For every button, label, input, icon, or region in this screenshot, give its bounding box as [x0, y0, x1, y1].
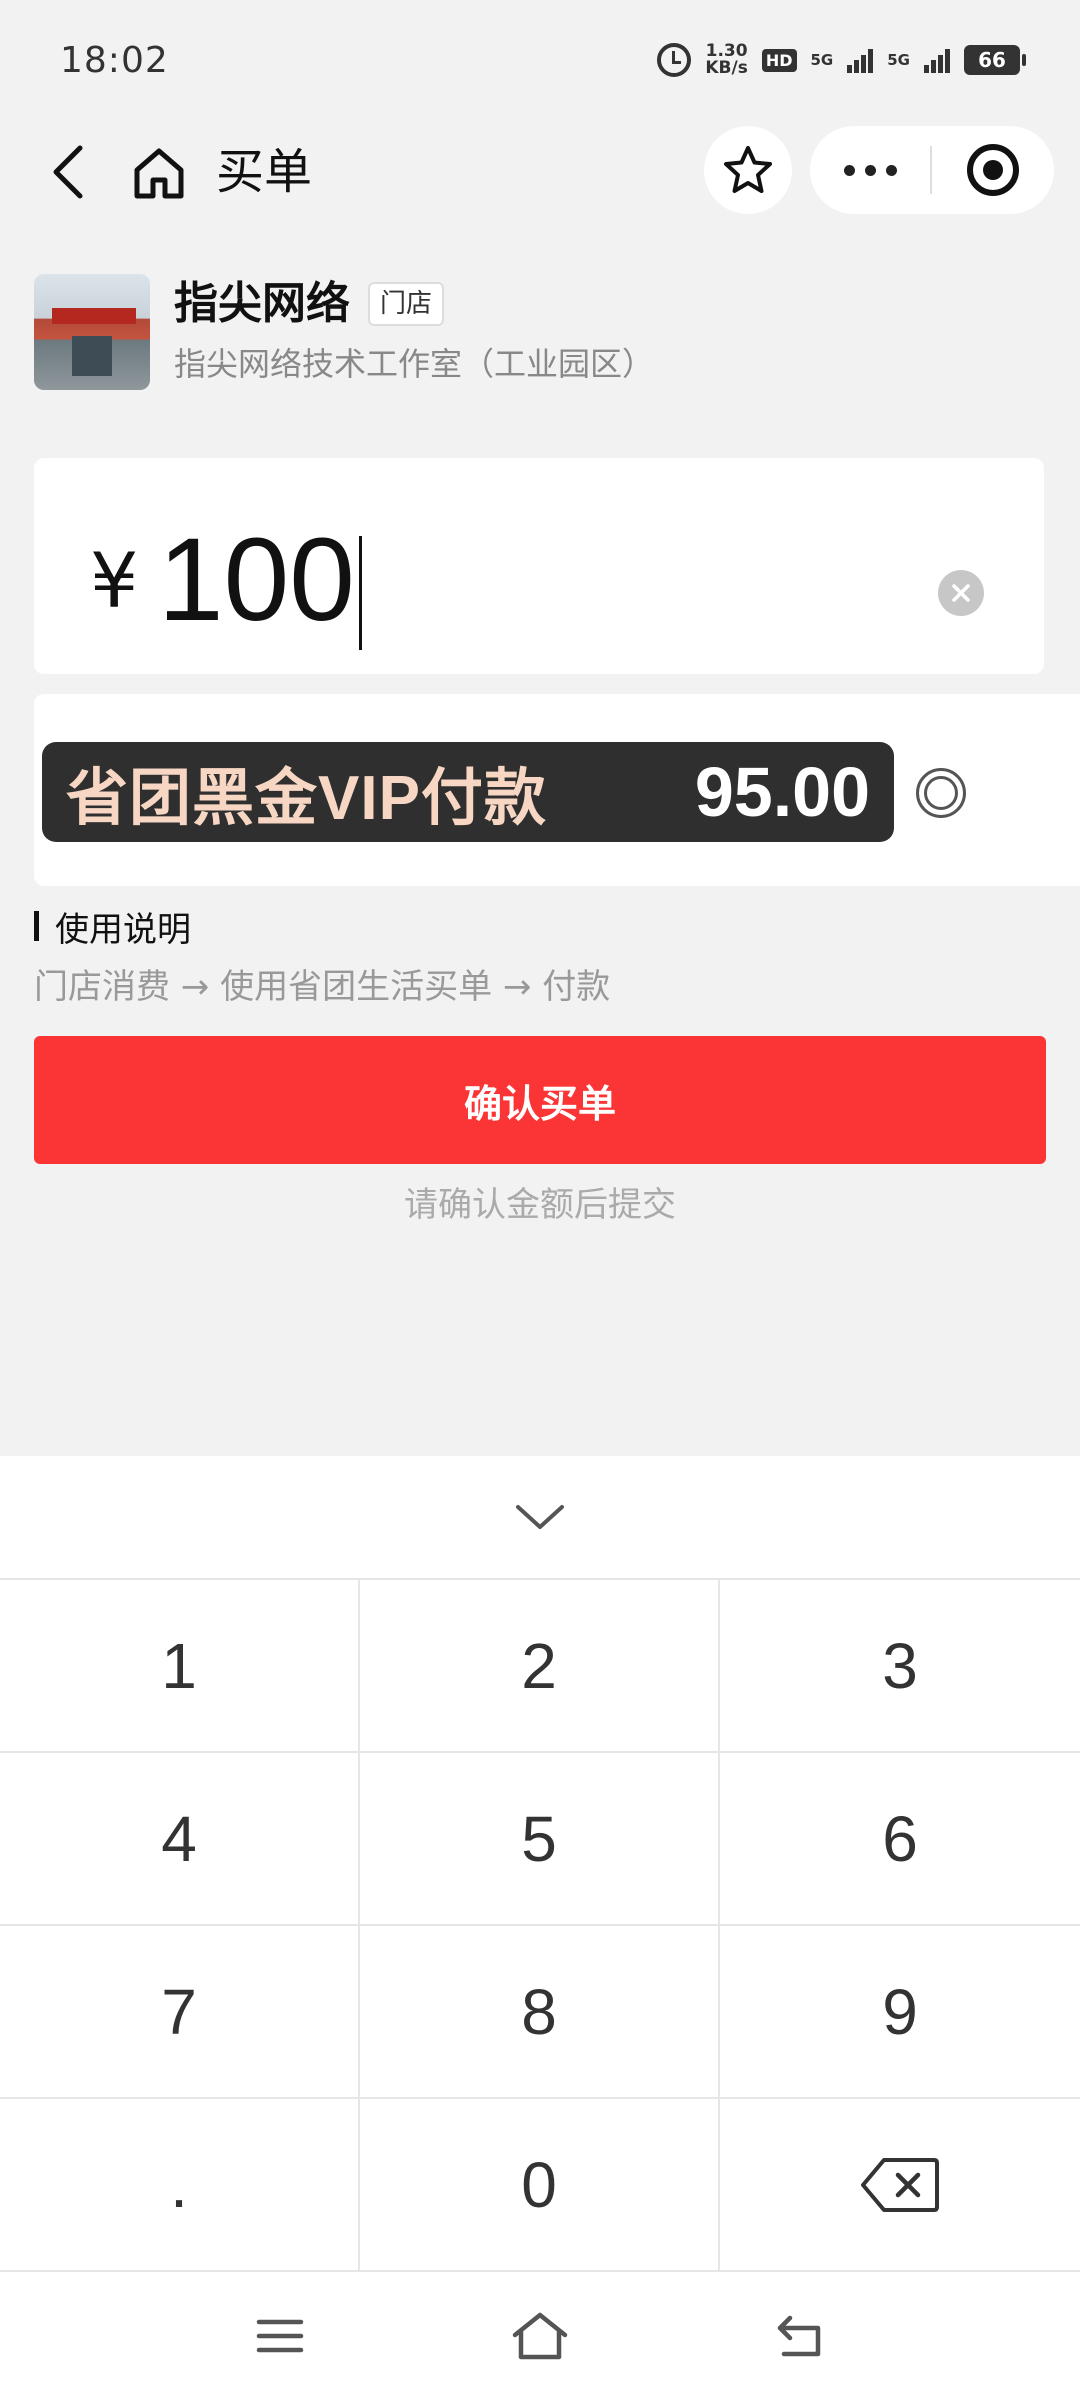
amount-input[interactable]: ¥ 100: [34, 458, 1044, 674]
favorite-button[interactable]: [704, 126, 792, 214]
network-speed-unit: KB/s: [705, 58, 748, 78]
vip-price: 95.00: [694, 753, 870, 831]
system-nav-bar: [0, 2272, 1080, 2400]
more-button[interactable]: [810, 126, 930, 214]
status-time: 18:02: [60, 39, 169, 81]
network-speed: 1.30 KB/s: [705, 43, 747, 77]
vip-radio[interactable]: [916, 768, 966, 818]
sim2-network: 5G: [887, 50, 910, 69]
key-9[interactable]: 9: [720, 1926, 1080, 2099]
battery-level: 66: [978, 48, 1006, 72]
backspace-key[interactable]: [720, 2099, 1080, 2272]
hd-badge: HD: [761, 48, 797, 72]
store-photo: [34, 274, 150, 390]
currency-symbol: ¥: [90, 536, 139, 625]
key-7[interactable]: 7: [0, 1926, 360, 2099]
store-header: 指尖网络 门店 指尖网络技术工作室（工业园区）: [34, 272, 1044, 392]
confirm-button[interactable]: 确认买单: [34, 1036, 1046, 1164]
star-icon: [724, 146, 772, 193]
usage-title-bar: [34, 911, 39, 941]
store-branch: 指尖网络技术工作室（工业园区）: [174, 345, 655, 383]
sim2-label: 5G: [887, 50, 910, 69]
key-0[interactable]: 0: [360, 2099, 720, 2272]
usage-title-text: 使用说明: [55, 909, 191, 950]
miniapp-close-button[interactable]: [932, 144, 1054, 196]
keypad-collapse-button[interactable]: [0, 1456, 1080, 1578]
vip-label: 省团黑金VIP付款: [66, 764, 547, 833]
numeric-keypad: 1 2 3 4 5 6 7 8 9 . 0: [0, 1456, 1080, 2272]
home-icon: [512, 2312, 568, 2360]
key-dot[interactable]: .: [0, 2099, 360, 2272]
battery-icon: 66: [964, 45, 1026, 75]
confirm-hint: 请确认金额后提交: [404, 1185, 676, 1225]
text-caret: [359, 536, 362, 650]
system-home-button[interactable]: [500, 2296, 580, 2376]
clear-button[interactable]: [938, 570, 984, 616]
key-2[interactable]: 2: [360, 1580, 720, 1753]
alarm-icon: [657, 43, 692, 77]
sim1-label: 5G: [810, 50, 834, 69]
vip-banner: 省团黑金VIP付款 95.00: [42, 742, 894, 842]
target-icon: [967, 144, 1019, 196]
home-icon: [134, 148, 184, 199]
back-button[interactable]: [40, 142, 100, 202]
key-8[interactable]: 8: [360, 1926, 720, 2099]
system-back-button[interactable]: [760, 2296, 840, 2376]
key-5[interactable]: 5: [360, 1753, 720, 1926]
more-dots-icon: [843, 164, 855, 176]
sim1-network: 5G: [810, 50, 834, 69]
key-3[interactable]: 3: [720, 1580, 1080, 1753]
back-arrow-icon: [777, 2315, 821, 2357]
keypad-grid: 1 2 3 4 5 6 7 8 9 . 0: [0, 1578, 1080, 2272]
clear-icon: [952, 584, 970, 602]
recents-button[interactable]: [240, 2296, 320, 2376]
page-title: 买单: [216, 144, 313, 200]
menu-icon: [256, 2319, 304, 2353]
key-4[interactable]: 4: [0, 1753, 360, 1926]
home-button[interactable]: [128, 142, 190, 204]
signal-icon: [924, 47, 950, 73]
backspace-icon: [861, 2157, 939, 2212]
amount-value: 100: [158, 514, 355, 646]
status-icons: 1.30 KB/s HD 5G 5G 66: [657, 43, 1026, 77]
key-1[interactable]: 1: [0, 1580, 360, 1753]
store-tag: 门店: [368, 282, 445, 326]
key-6[interactable]: 6: [720, 1753, 1080, 1926]
miniapp-capsule: [810, 126, 1054, 214]
chevron-down-icon: [516, 1505, 564, 1529]
store-name: 指尖网络: [174, 278, 350, 329]
usage-steps: 门店消费 → 使用省团生活买单 → 付款: [34, 967, 611, 1007]
chevron-left-icon: [53, 145, 83, 199]
vip-payment-option[interactable]: 省团黑金VIP付款 95.00: [34, 694, 1080, 886]
signal-icon: [847, 47, 874, 73]
page: 18:02 1.30 KB/s HD 5G 5G 66 买单 指尖网络 门店 指…: [0, 0, 1080, 2400]
usage-title: 使用说明: [34, 902, 191, 950]
nav-bar: 买单: [0, 120, 1080, 220]
status-bar: 18:02 1.30 KB/s HD 5G 5G 66: [0, 0, 1080, 120]
